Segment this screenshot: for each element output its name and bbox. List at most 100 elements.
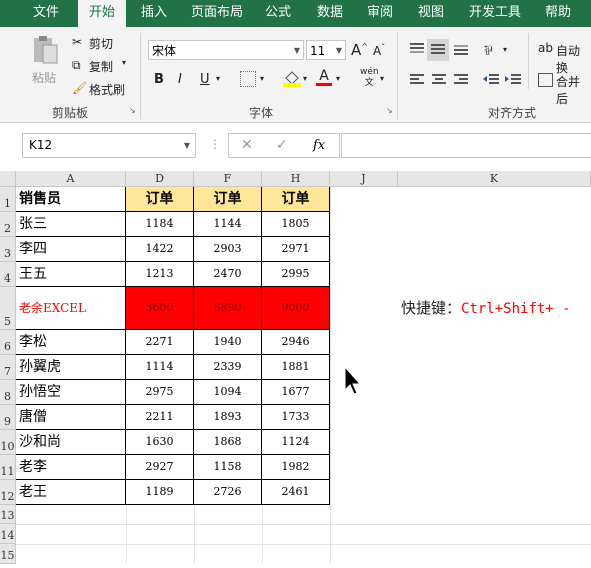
align-center-icon[interactable] (430, 73, 448, 90)
tab-page-layout[interactable]: 页面布局 (184, 0, 250, 27)
copy-chevron-icon[interactable]: ▾ (122, 58, 126, 67)
table-cell[interactable]: 沙和尚 (16, 430, 126, 455)
align-right-icon[interactable] (452, 73, 470, 90)
table-cell[interactable]: 1124 (262, 430, 330, 455)
table-cell[interactable]: 李松 (16, 330, 126, 355)
tab-help[interactable]: 帮助 (536, 0, 580, 27)
wrap-text-icon[interactable]: ab (538, 41, 553, 55)
column-header[interactable]: J (330, 171, 398, 187)
table-cell[interactable]: 1805 (262, 212, 330, 237)
fill-color-icon[interactable] (283, 69, 301, 90)
decrease-font-icon[interactable]: Aˇ (373, 43, 385, 58)
chevron-down-icon[interactable]: ▾ (303, 74, 307, 83)
row-header[interactable]: 8 (0, 380, 16, 405)
table-cell[interactable]: 2971 (262, 237, 330, 262)
column-header[interactable]: H (262, 171, 330, 187)
table-cell[interactable]: 1733 (262, 405, 330, 430)
align-bottom-icon[interactable] (452, 41, 470, 60)
table-cell[interactable]: 2271 (126, 330, 194, 355)
tab-insert[interactable]: 插入 (132, 0, 176, 27)
phonetic-guide-icon[interactable]: wén 文 (360, 67, 379, 89)
table-cell[interactable]: 李四 (16, 237, 126, 262)
chevron-down-icon[interactable]: ▾ (336, 74, 340, 83)
column-header[interactable]: F (194, 171, 262, 187)
font-launcher-icon[interactable]: ↘ (386, 106, 393, 115)
row-header[interactable]: 10 (0, 430, 16, 455)
table-cell[interactable]: 1114 (126, 355, 194, 380)
row-header[interactable]: 9 (0, 405, 16, 430)
chevron-down-icon[interactable]: ▼ (184, 134, 190, 157)
table-cell[interactable]: 老李 (16, 455, 126, 480)
tab-home[interactable]: 开始 (78, 0, 126, 28)
orientation-icon[interactable]: ⅌ (484, 41, 493, 59)
tab-developer[interactable]: 开发工具 (461, 0, 529, 27)
table-cell[interactable]: 孙悟空 (16, 380, 126, 405)
decrease-indent-icon[interactable] (482, 73, 500, 90)
select-all-corner[interactable] (0, 171, 16, 187)
table-cell[interactable]: 1940 (194, 330, 262, 355)
row-header[interactable]: 2 (0, 212, 16, 237)
table-cell[interactable]: 2995 (262, 262, 330, 287)
paste-button[interactable]: 粘贴 (32, 69, 56, 86)
table-cell[interactable]: 1158 (194, 455, 262, 480)
increase-indent-icon[interactable] (504, 73, 522, 90)
column-header[interactable]: D (126, 171, 194, 187)
row-header[interactable]: 14 (0, 524, 16, 544)
table-header-cell[interactable]: 订单 (194, 187, 262, 212)
wrap-text-button[interactable]: 自动换 (556, 42, 591, 76)
column-header[interactable]: A (16, 171, 126, 187)
clipboard-launcher-icon[interactable]: ↘ (129, 106, 136, 115)
table-cell[interactable]: 张三 (16, 212, 126, 237)
row-header[interactable]: 6 (0, 330, 16, 355)
chevron-down-icon[interactable]: ▾ (260, 74, 264, 83)
table-cell[interactable]: 1881 (262, 355, 330, 380)
table-cell[interactable]: 1189 (126, 480, 194, 505)
formula-input[interactable] (341, 133, 591, 158)
tab-review[interactable]: 审阅 (358, 0, 402, 27)
row-header[interactable]: 1 (0, 187, 16, 212)
italic-button[interactable]: I (178, 72, 182, 87)
format-painter-icon[interactable]: 🖌 (72, 81, 87, 95)
table-cell[interactable]: 2975 (126, 380, 194, 405)
table-cell[interactable]: 1422 (126, 237, 194, 262)
row-header[interactable]: 11 (0, 455, 16, 480)
table-cell[interactable]: 2470 (194, 262, 262, 287)
row-header[interactable]: 7 (0, 355, 16, 380)
chevron-down-icon[interactable]: ▾ (380, 74, 384, 83)
row-header[interactable]: 13 (0, 505, 16, 524)
insert-function-icon[interactable]: fx (313, 138, 325, 153)
table-header-cell[interactable]: 订单 (262, 187, 330, 212)
tab-formulas[interactable]: 公式 (256, 0, 300, 27)
table-cell[interactable]: 5890 (194, 287, 262, 330)
table-cell[interactable]: 2339 (194, 355, 262, 380)
merge-icon[interactable] (538, 73, 553, 87)
table-cell[interactable]: 2211 (126, 405, 194, 430)
table-cell[interactable]: 1893 (194, 405, 262, 430)
merge-center-button[interactable]: 合并后 (556, 73, 591, 107)
align-top-icon[interactable] (408, 41, 426, 60)
table-cell[interactable]: 2726 (194, 480, 262, 505)
table-cell[interactable]: 2903 (194, 237, 262, 262)
align-left-icon[interactable] (408, 73, 426, 90)
table-cell[interactable]: 王五 (16, 262, 126, 287)
format-painter-button[interactable]: 格式刷 (89, 81, 125, 98)
paste-icon[interactable] (30, 35, 60, 64)
chevron-down-icon[interactable]: ▾ (216, 74, 220, 83)
copy-icon[interactable]: ⧉ (72, 58, 81, 73)
name-box[interactable]: K12 ▼ (22, 133, 196, 158)
table-cell[interactable]: 孙翼虎 (16, 355, 126, 380)
table-cell[interactable]: 1868 (194, 430, 262, 455)
row-header[interactable]: 12 (0, 480, 16, 505)
font-color-icon[interactable]: A (316, 69, 332, 86)
column-header[interactable]: K (398, 171, 591, 187)
table-cell[interactable]: 2927 (126, 455, 194, 480)
bold-button[interactable]: B (154, 72, 164, 87)
confirm-icon[interactable]: ✓ (276, 137, 288, 153)
chevron-down-icon[interactable]: ▾ (503, 45, 507, 54)
row-header[interactable]: 15 (0, 544, 16, 564)
cancel-icon[interactable]: ✕ (241, 137, 253, 153)
table-cell[interactable]: 唐僧 (16, 405, 126, 430)
row-header[interactable]: 4 (0, 262, 16, 287)
table-cell[interactable]: 老王 (16, 480, 126, 505)
table-cell[interactable]: 老余EXCEL (16, 287, 126, 330)
